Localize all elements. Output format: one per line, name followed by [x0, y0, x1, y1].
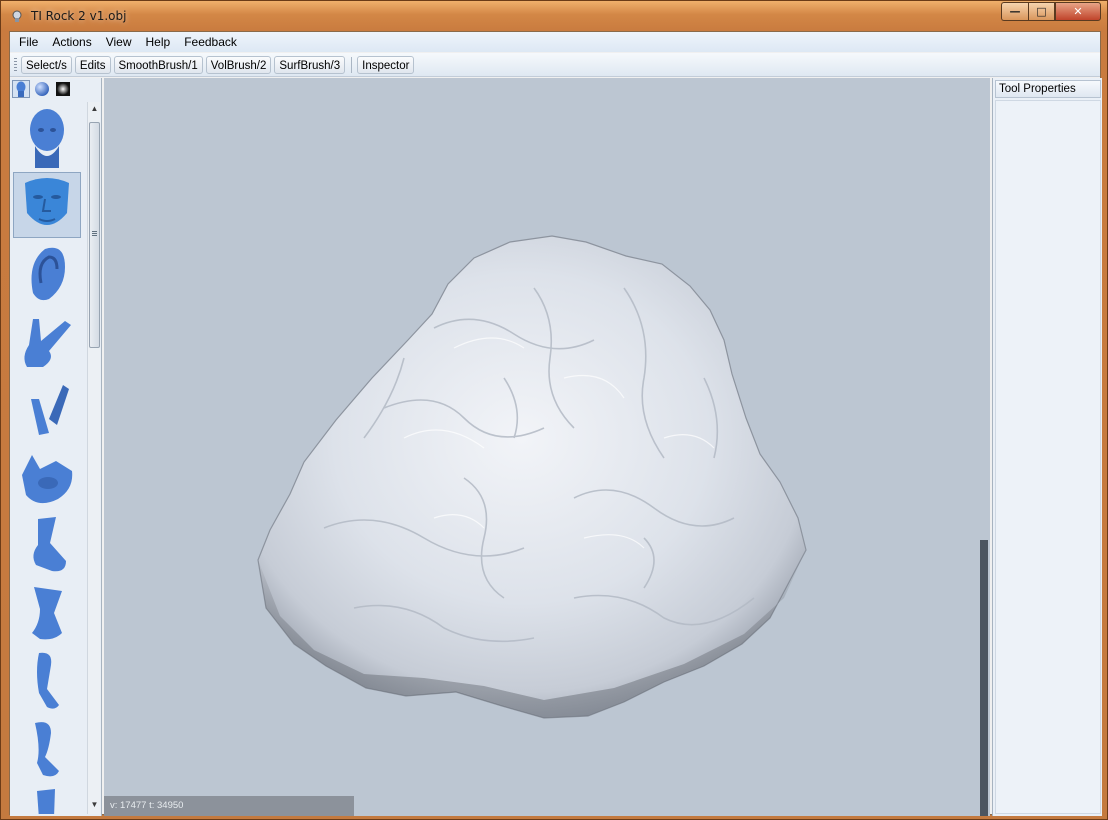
minimize-button[interactable]: —	[1001, 2, 1028, 21]
menu-view[interactable]: View	[99, 32, 139, 52]
finger-part-thumbnail[interactable]	[13, 376, 81, 442]
foot-side-part-thumbnail[interactable]	[13, 580, 81, 646]
menu-bar: File Actions View Help Feedback	[10, 32, 1100, 52]
scroll-down-arrow-icon[interactable]: ▼	[88, 798, 101, 812]
smooth-brush-button[interactable]: SmoothBrush/1	[113, 55, 203, 74]
leg-part-thumbnail[interactable]	[13, 648, 81, 714]
menu-file[interactable]: File	[12, 32, 45, 52]
foot-part-thumbnail[interactable]	[13, 512, 81, 578]
tool-properties-panel: Tool Properties	[992, 78, 1102, 816]
head-part-thumbnail[interactable]	[13, 104, 81, 170]
window-title: TI Rock 2 v1.obj	[31, 9, 127, 23]
fist-part-thumbnail[interactable]	[13, 444, 81, 510]
select-button[interactable]: Select/s	[21, 55, 72, 74]
tool-bar: Select/s Edits SmoothBrush/1 VolBrush/2 …	[10, 53, 1100, 77]
leg-partial-part-thumbnail[interactable]	[13, 784, 81, 814]
viewport-splitter[interactable]	[980, 540, 988, 816]
window-controls: — □ ✕	[1001, 2, 1101, 21]
parts-thumbnail-list	[12, 102, 86, 814]
maximize-button[interactable]: □	[1028, 2, 1055, 21]
client-area: File Actions View Help Feedback Select/s…	[9, 31, 1102, 816]
ear-part-thumbnail[interactable]	[13, 240, 81, 306]
title-bar[interactable]: TI Rock 2 v1.obj — □ ✕	[1, 1, 1107, 31]
vol-brush-button[interactable]: VolBrush/2	[205, 55, 272, 74]
3d-viewport[interactable]: v: 17477 t: 34950	[104, 78, 990, 816]
rock-model[interactable]	[104, 78, 990, 816]
close-button[interactable]: ✕	[1055, 2, 1101, 21]
sphere-tab-icon[interactable]	[33, 80, 51, 98]
menu-actions[interactable]: Actions	[45, 32, 98, 52]
menu-help[interactable]: Help	[139, 32, 178, 52]
leg-side-part-thumbnail[interactable]	[13, 716, 81, 782]
hand-part-thumbnail[interactable]	[13, 308, 81, 374]
tool-properties-body	[995, 100, 1101, 814]
material-tab-icon[interactable]	[54, 80, 72, 98]
face-part-thumbnail[interactable]	[13, 172, 81, 238]
menu-feedback[interactable]: Feedback	[177, 32, 244, 52]
library-tabs	[12, 80, 75, 100]
head-tab-icon[interactable]	[12, 80, 30, 98]
edits-button[interactable]: Edits	[74, 55, 111, 74]
scroll-up-arrow-icon[interactable]: ▲	[88, 102, 101, 116]
scroll-thumb[interactable]	[89, 122, 100, 348]
surf-brush-button[interactable]: SurfBrush/3	[274, 55, 346, 74]
parts-library-panel: ▲ ▼	[10, 78, 102, 816]
inspector-button[interactable]: Inspector	[357, 55, 415, 74]
scroll-grip-icon	[92, 231, 97, 237]
toolbar-separator	[351, 56, 353, 73]
parts-scrollbar[interactable]: ▲ ▼	[87, 102, 100, 814]
toolbar-grip[interactable]	[14, 57, 17, 72]
app-window: TI Rock 2 v1.obj — □ ✕ File Actions View…	[0, 0, 1108, 820]
tool-properties-header: Tool Properties	[995, 80, 1101, 98]
meshmixer-app-icon	[9, 8, 25, 24]
mesh-stats-status: v: 17477 t: 34950	[104, 796, 354, 816]
